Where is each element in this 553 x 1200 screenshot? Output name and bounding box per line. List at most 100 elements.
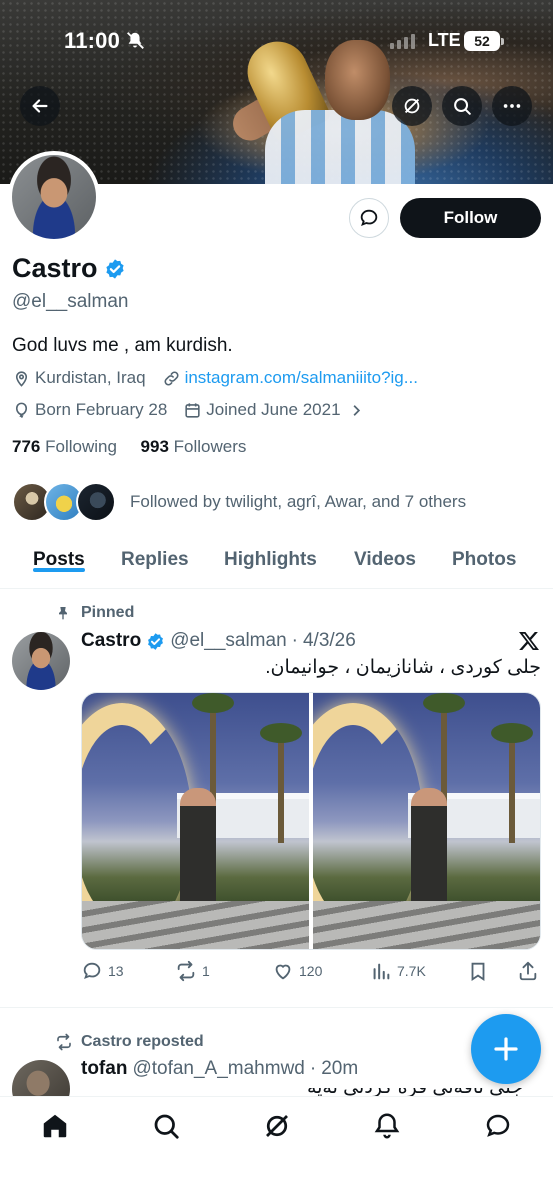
- bookmark-button[interactable]: [467, 960, 489, 982]
- grok-icon: [404, 98, 420, 114]
- share-icon: [519, 961, 537, 981]
- grok-button[interactable]: [392, 86, 432, 126]
- post-separator: ·: [291, 630, 298, 651]
- like-icon: [275, 964, 291, 980]
- signal-icon: [390, 34, 415, 49]
- repost-icon: [177, 960, 195, 982]
- share-button[interactable]: [517, 960, 539, 982]
- followed-by-row[interactable]: Followed by twilight, agrî, Awar, and 7 …: [12, 482, 466, 522]
- follow-button[interactable]: Follow: [400, 198, 541, 238]
- tab-highlights[interactable]: Highlights: [224, 535, 317, 571]
- verified-icon[interactable]: [104, 258, 126, 280]
- tab-photos[interactable]: Photos: [452, 535, 516, 571]
- post-text-clipped: جلی تاقەتی قرە کردنی نەیە: [293, 1088, 523, 1096]
- more-button[interactable]: [492, 86, 532, 126]
- reposted-label-row: Castro reposted: [55, 1033, 204, 1051]
- bottom-nav: [0, 1096, 553, 1200]
- post-text: جلی کوردی ، شانازیمان ، جوانیمان.: [265, 657, 541, 678]
- messages-icon[interactable]: [483, 1111, 513, 1141]
- x-logo-icon: [519, 632, 539, 650]
- followers-link[interactable]: 993 Followers: [141, 437, 247, 456]
- follower-avatar: [76, 482, 116, 522]
- followed-by-text: Followed by twilight, agrî, Awar, and 7 …: [130, 492, 467, 511]
- post-header: tofan @tofan_A_mahmwd · 20m: [81, 1058, 358, 1080]
- repost-count: 1: [202, 963, 210, 979]
- post-author-avatar[interactable]: [12, 632, 70, 690]
- post-media-grid: [81, 692, 541, 950]
- post-author-handle: @el__salman: [170, 630, 287, 651]
- balloon-icon: [15, 402, 28, 418]
- battery-indicator: 52: [464, 31, 504, 51]
- back-button[interactable]: [20, 86, 60, 126]
- profile-joined: Joined June 2021: [206, 400, 341, 419]
- pinned-label-row: Pinned: [55, 604, 134, 622]
- profile-name-row: Castro: [12, 253, 126, 284]
- back-arrow-icon: [32, 99, 48, 113]
- like-button[interactable]: 120: [272, 960, 322, 982]
- compose-plus-icon: [494, 1037, 518, 1061]
- post-author-name[interactable]: tofan: [81, 1058, 127, 1080]
- post-photo[interactable]: [313, 693, 540, 949]
- message-button[interactable]: [349, 198, 389, 238]
- views-count: 7.7K: [397, 963, 426, 979]
- tab-videos[interactable]: Videos: [354, 535, 416, 571]
- followers-count: 993: [140, 437, 169, 456]
- notifications-icon[interactable]: [372, 1111, 402, 1141]
- repost-button[interactable]: 1: [175, 960, 210, 982]
- repost-icon: [57, 1033, 71, 1051]
- post-separator: ·: [309, 1058, 317, 1079]
- post-time[interactable]: 20m: [321, 1058, 358, 1080]
- views-icon: [373, 963, 390, 980]
- profile-link[interactable]: instagram.com/salmaniiito?ig...: [185, 368, 418, 388]
- post-author-name[interactable]: Castro: [81, 630, 141, 652]
- profile-name: Castro: [12, 253, 98, 283]
- reply-icon: [83, 962, 101, 979]
- post-text: جلی تاقەتی قرە کردنی نەیە: [293, 1088, 523, 1096]
- search-icon: [454, 98, 471, 115]
- tab-replies[interactable]: Replies: [121, 535, 189, 571]
- status-time: 11:00: [64, 28, 121, 53]
- profile-birthday: Born February 28: [35, 400, 168, 419]
- views-button[interactable]: 7.7K: [370, 960, 426, 982]
- post-photo[interactable]: [82, 693, 309, 949]
- message-icon: [360, 209, 378, 226]
- post-date[interactable]: 4/3/26: [303, 630, 356, 652]
- search-icon[interactable]: [151, 1111, 181, 1141]
- profile-location: Kurdistan, Iraq: [35, 368, 146, 387]
- profile-bio: God luvs me , am kurdish.: [12, 335, 233, 356]
- follow-counts: 776 Following 993 Followers: [12, 437, 246, 457]
- bookmark-icon: [471, 962, 485, 981]
- search-button[interactable]: [442, 86, 482, 126]
- home-icon[interactable]: [40, 1111, 70, 1141]
- chevron-right-icon[interactable]: [347, 401, 366, 420]
- following-link[interactable]: 776 Following: [12, 437, 117, 456]
- post-divider: [0, 1007, 553, 1008]
- tab-posts[interactable]: Posts: [33, 535, 85, 572]
- like-count: 120: [299, 963, 323, 979]
- pinned-label: Pinned: [81, 604, 135, 621]
- pin-icon: [59, 607, 67, 620]
- profile-avatar[interactable]: [8, 151, 100, 243]
- status-bar: 11:00 LTE 52: [0, 24, 553, 60]
- reply-count: 13: [108, 963, 124, 979]
- following-label: Following: [45, 437, 117, 456]
- network-type: LTE: [428, 30, 461, 50]
- following-count: 776: [12, 437, 41, 456]
- compose-button[interactable]: [471, 1014, 541, 1084]
- location-icon: [15, 370, 28, 387]
- verified-icon: [148, 632, 164, 650]
- more-icon: [503, 104, 521, 108]
- post-header: Castro @el__salman · 4/3/26: [81, 630, 356, 652]
- reposted-label[interactable]: Castro reposted: [81, 1033, 204, 1051]
- profile-dates-row: Born February 28 Joined June 2021: [12, 400, 366, 420]
- profile-tabs: Posts Replies Highlights Videos Photos: [0, 535, 553, 589]
- grok-icon[interactable]: [262, 1111, 292, 1141]
- silent-bell-icon: [127, 32, 144, 49]
- calendar-icon: [185, 402, 200, 418]
- followers-label: Followers: [173, 437, 247, 456]
- reply-button[interactable]: 13: [81, 960, 124, 982]
- profile-handle: @el__salman: [12, 291, 129, 312]
- profile-location-row: Kurdistan, Iraq instagram.com/salmaniiit…: [12, 368, 418, 388]
- link-icon: [164, 370, 179, 386]
- post-author-handle: @tofan_A_mahmwd: [132, 1058, 305, 1079]
